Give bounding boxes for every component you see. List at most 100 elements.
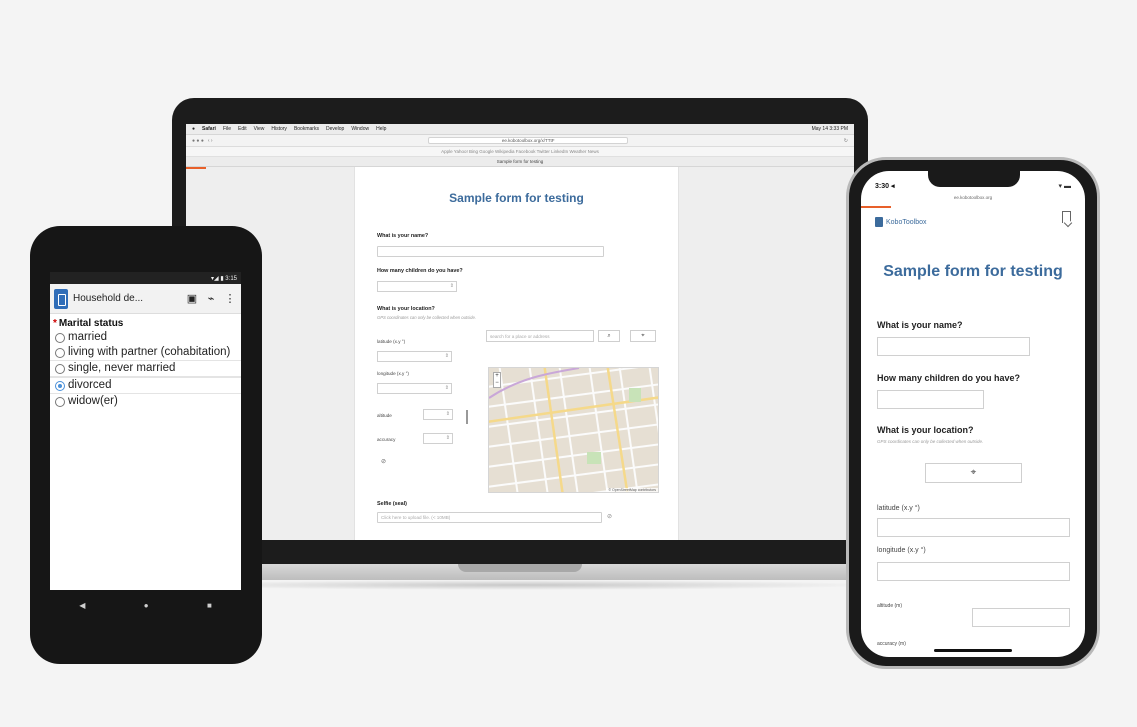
detect-location-button[interactable]: ⌖ xyxy=(630,330,656,342)
longitude-input[interactable] xyxy=(877,562,1070,581)
locate-icon: ⌖ xyxy=(641,333,645,339)
option-label: living with partner (cohabitation) xyxy=(68,346,231,358)
option-married[interactable]: married xyxy=(50,330,241,345)
option-divorced[interactable]: divorced xyxy=(50,377,241,394)
menu-view[interactable]: View xyxy=(254,126,265,132)
latitude-input[interactable] xyxy=(377,351,452,362)
option-widow[interactable]: widow(er) xyxy=(50,394,241,409)
ios-status-icons: ▾ ▬ xyxy=(1058,183,1071,190)
menu-file[interactable]: File xyxy=(223,126,231,132)
menu-help[interactable]: Help xyxy=(376,126,386,132)
iphone-notch xyxy=(928,171,1020,187)
iphone-screen: 3:30 ◂ ▾ ▬ ee.kobotoolbox.org KoboToolbo… xyxy=(861,171,1085,657)
ios-address-bar[interactable]: ee.kobotoolbox.org xyxy=(861,195,1085,200)
longitude-label: longitude (x.y °) xyxy=(377,371,409,376)
kobo-logo-icon xyxy=(875,217,883,227)
kobo-logo-text: KoboToolbox xyxy=(886,218,927,226)
mac-menubar: ● Safari File Edit View History Bookmark… xyxy=(186,124,854,135)
map-divider-handle[interactable] xyxy=(466,410,468,424)
children-input[interactable] xyxy=(877,390,984,409)
ios-home-indicator[interactable] xyxy=(934,649,1012,652)
apple-icon[interactable]: ● xyxy=(192,126,195,132)
menu-bookmarks[interactable]: Bookmarks xyxy=(294,126,319,132)
save-icon[interactable]: ▣ xyxy=(185,292,199,305)
clear-file-icon[interactable]: ⊘ xyxy=(607,513,612,520)
android-nav-bar: ◀ ● ■ xyxy=(50,594,241,616)
browser-tab[interactable]: Sample form for testing xyxy=(186,157,854,167)
search-icon: ⌕ xyxy=(607,333,611,339)
recents-icon[interactable]: ■ xyxy=(207,601,212,610)
bookmark-icon[interactable] xyxy=(1062,211,1071,223)
longitude-input[interactable] xyxy=(377,383,452,394)
required-mark: * xyxy=(53,318,57,329)
question-selfie: Selfie (seal) xyxy=(377,501,407,507)
delete-location-icon[interactable]: ⊘ xyxy=(381,458,386,465)
location-map[interactable]: + − © OpenStreetMap contributors xyxy=(488,367,659,493)
menubar-clock: May 14 3:33 PM xyxy=(811,126,848,132)
progress-accent xyxy=(186,167,206,169)
menu-develop[interactable]: Develop xyxy=(326,126,344,132)
name-input[interactable] xyxy=(377,246,604,257)
home-icon[interactable]: ● xyxy=(144,601,149,610)
latitude-input[interactable] xyxy=(877,518,1070,537)
reload-icon[interactable]: ↻ xyxy=(844,138,848,144)
question-name: What is your name? xyxy=(377,233,429,239)
menu-history[interactable]: History xyxy=(271,126,287,132)
laptop-notch xyxy=(458,564,582,572)
altitude-label: altitude (m) xyxy=(877,603,903,609)
altitude-input[interactable] xyxy=(972,608,1070,627)
form-title: Sample form for testing xyxy=(449,191,584,205)
option-label: divorced xyxy=(68,379,112,391)
children-input[interactable] xyxy=(377,281,457,292)
map-zoom-control[interactable]: + − xyxy=(493,372,501,388)
option-single[interactable]: single, never married xyxy=(50,360,241,377)
back-icon[interactable]: ◀ xyxy=(79,601,85,610)
back-forward-icon[interactable]: ‹ › xyxy=(208,138,213,144)
selfie-upload-input[interactable]: Click here to upload file. (< 10MB) xyxy=(377,512,602,523)
radio-icon[interactable] xyxy=(55,397,65,407)
window-controls-icon[interactable]: ● ● ● xyxy=(192,138,204,144)
map-streets-graphic xyxy=(489,368,658,492)
address-bar[interactable]: ee.kobotoolbox.org/x/TTtF xyxy=(428,137,629,144)
detect-location-button[interactable]: ⌖ xyxy=(925,463,1022,483)
form-title: Sample form for testing xyxy=(883,263,1063,280)
location-search-input[interactable]: search for a place or address xyxy=(486,330,594,342)
altitude-label: altitude xyxy=(377,413,392,418)
device-mockup-scene: ● Safari File Edit View History Bookmark… xyxy=(0,0,1137,727)
radio-icon[interactable] xyxy=(55,333,65,343)
location-hint: GPS coordinates can only be collected wh… xyxy=(877,439,984,444)
name-input[interactable] xyxy=(877,337,1030,356)
option-label: widow(er) xyxy=(68,395,118,407)
radio-icon[interactable] xyxy=(55,348,65,358)
menu-window[interactable]: Window xyxy=(351,126,369,132)
kobo-logo: KoboToolbox xyxy=(875,217,926,227)
latitude-label: latitude (x.y °) xyxy=(877,505,920,512)
accuracy-label: accuracy xyxy=(377,437,396,442)
map-attribution[interactable]: © OpenStreetMap contributors xyxy=(606,488,658,492)
menu-safari[interactable]: Safari xyxy=(202,126,216,132)
question-children: How many children do you have? xyxy=(877,373,1021,383)
menu-edit[interactable]: Edit xyxy=(238,126,247,132)
option-label: married xyxy=(68,331,107,343)
option-living-with-partner[interactable]: living with partner (cohabitation) xyxy=(50,345,241,360)
android-status-bar: ▾◢ ▮ 3:15 xyxy=(50,272,241,284)
locate-icon: ⌖ xyxy=(970,467,977,478)
more-options-icon[interactable]: ⋮ xyxy=(223,292,237,305)
accuracy-input[interactable] xyxy=(423,433,453,444)
longitude-label: longitude (x.y °) xyxy=(877,547,926,554)
radio-icon[interactable] xyxy=(55,364,65,374)
laptop-shadow xyxy=(160,580,880,590)
radio-selected-icon[interactable] xyxy=(55,381,65,391)
android-screen: ▾◢ ▮ 3:15 Household de... ▣ ⌁ ⋮ * Marital… xyxy=(50,272,241,590)
question-name: What is your name? xyxy=(877,320,963,330)
android-app-bar: Household de... ▣ ⌁ ⋮ xyxy=(50,284,241,314)
question-marital-status: * Marital status xyxy=(50,314,241,330)
question-children: How many children do you have? xyxy=(377,268,463,274)
location-search-button[interactable]: ⌕ xyxy=(598,330,620,342)
altitude-input[interactable] xyxy=(423,409,453,420)
gps-icon[interactable]: ⌁ xyxy=(204,292,218,305)
safari-toolbar: ● ● ● ‹ › ee.kobotoolbox.org/x/TTtF ↻ xyxy=(186,135,854,147)
latitude-label: latitude (x.y °) xyxy=(377,339,406,344)
bookmarks-bar[interactable]: Apple Yahoo! Bing Google Wikipedia Faceb… xyxy=(186,147,854,157)
option-label: single, never married xyxy=(68,362,176,374)
